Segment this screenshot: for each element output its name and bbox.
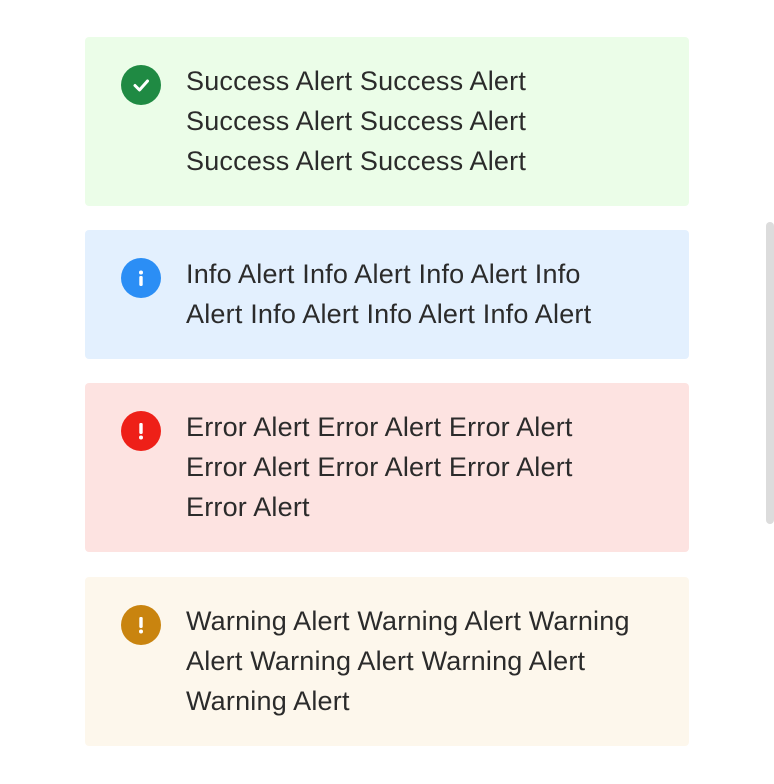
success-alert: Success Alert Success Alert Success Aler… xyxy=(85,37,689,206)
warning-alert: Warning Alert Warning Alert Warning Aler… xyxy=(85,577,689,746)
exclamation-circle-icon xyxy=(121,605,161,645)
error-alert-message: Error Alert Error Alert Error Alert Erro… xyxy=(186,412,573,522)
check-circle-icon xyxy=(121,65,161,105)
info-circle-icon xyxy=(121,258,161,298)
exclamation-circle-icon xyxy=(121,411,161,451)
success-alert-message: Success Alert Success Alert Success Aler… xyxy=(186,66,527,176)
warning-alert-message: Warning Alert Warning Alert Warning Aler… xyxy=(186,606,630,716)
info-alert-message: Info Alert Info Alert Info Alert Info Al… xyxy=(186,259,592,329)
error-alert: Error Alert Error Alert Error Alert Erro… xyxy=(85,383,689,552)
vertical-scrollbar[interactable] xyxy=(766,222,774,524)
info-alert: Info Alert Info Alert Info Alert Info Al… xyxy=(85,230,689,359)
